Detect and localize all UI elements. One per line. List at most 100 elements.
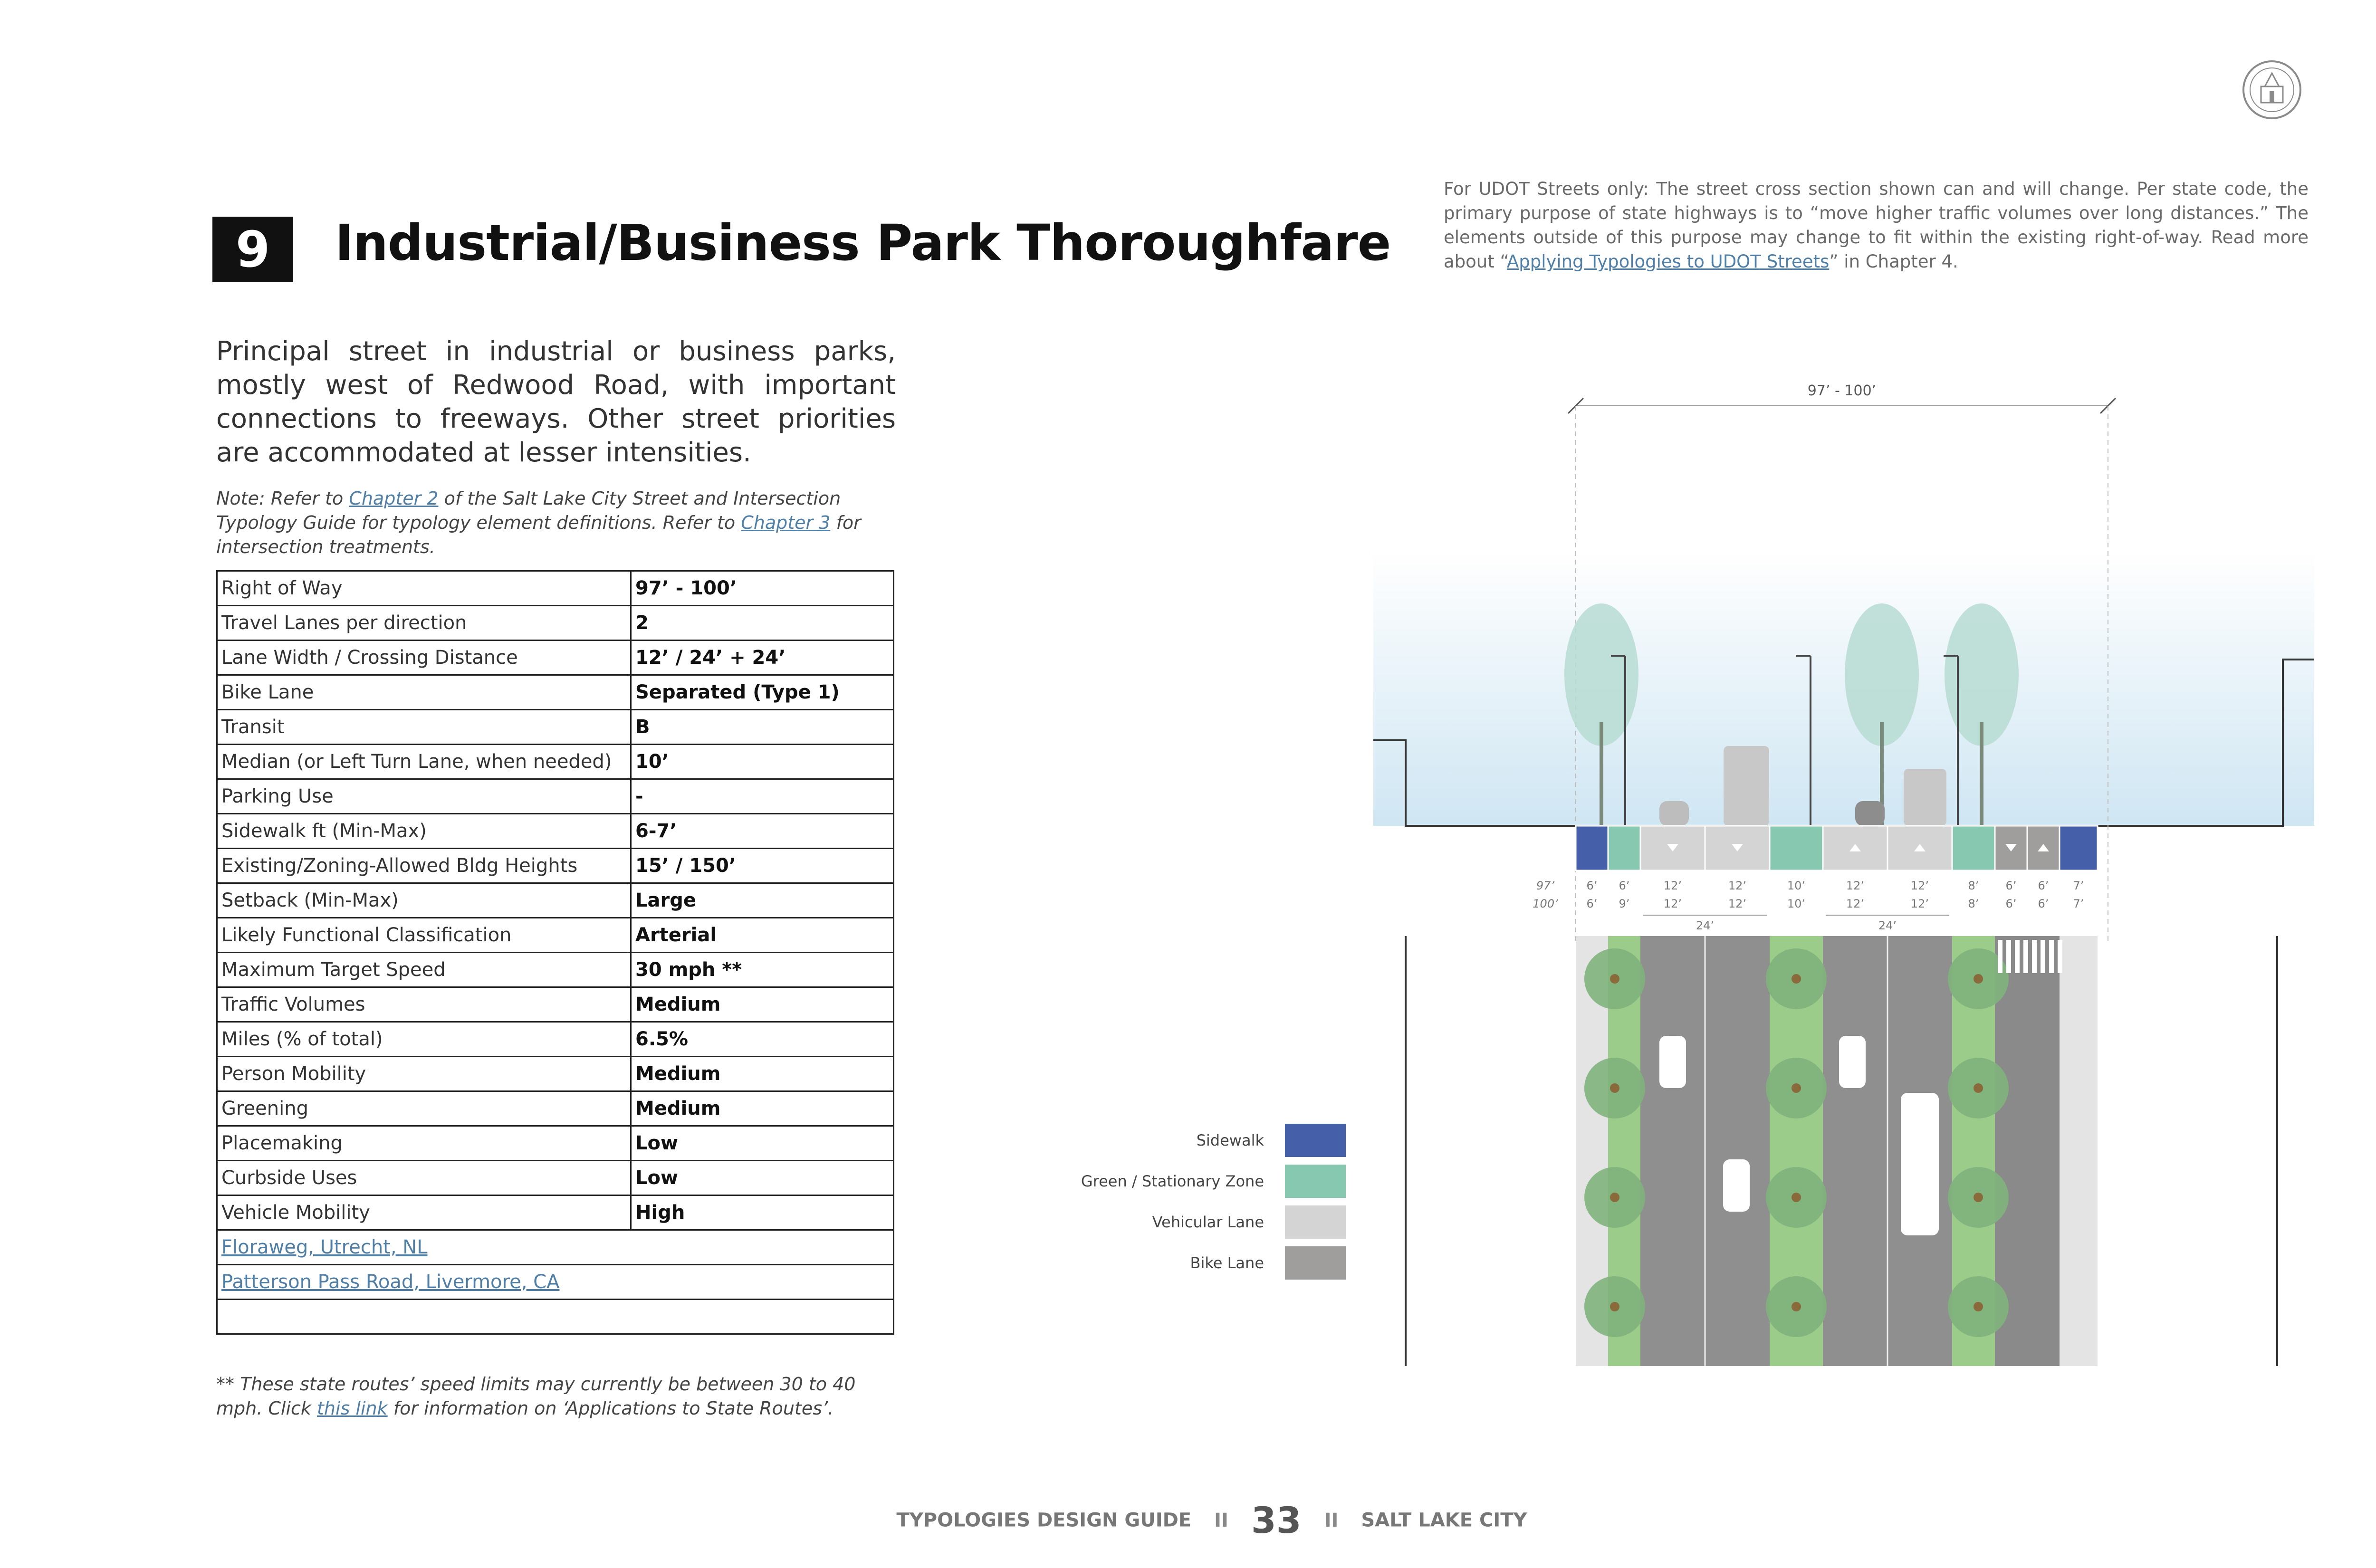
crosswalk-stripe — [2023, 940, 2028, 973]
row-label: Curbside Uses — [216, 1160, 632, 1196]
table-row: Maximum Target Speed 30 mph ** — [216, 952, 894, 988]
example-street-link[interactable]: Floraweg, Utrecht, NL — [216, 1229, 894, 1265]
footnote-text-2: for information on ‘Applications to Stat… — [387, 1398, 834, 1419]
segment-width-top: 12’ — [1846, 879, 1864, 892]
right-of-way-label: 97’ - 100’ — [1808, 382, 1876, 399]
segment-width-bottom: 6’ — [2038, 897, 2049, 910]
segment-width-top: 7’ — [2073, 879, 2084, 892]
table-row: Existing/Zoning-Allowed Bldg Heights 15’ … — [216, 848, 894, 884]
row-value: 6.5% — [630, 1021, 894, 1057]
truck-silhouette — [1724, 746, 1769, 826]
this-link[interactable]: this link — [317, 1398, 388, 1419]
row-value: - — [630, 778, 894, 814]
typology-table: Right of Way 97’ - 100’ Travel Lanes per d… — [216, 570, 894, 1335]
legend-item: Green / Stationary Zone — [931, 1165, 1346, 1198]
table-row-empty — [216, 1299, 894, 1335]
row-label: Sidewalk ft (Min-Max) — [216, 813, 632, 849]
plan-vehicle — [1705, 936, 1770, 1366]
row-label: Setback (Min-Max) — [216, 882, 632, 918]
row-value: 2 — [630, 605, 894, 641]
segment-green — [1951, 825, 1996, 871]
segment-width-top: 10’ — [1787, 879, 1805, 892]
table-row: Miles (% of total) 6.5% — [216, 1021, 894, 1057]
row-value: B — [630, 709, 894, 745]
plan-tree-trunk — [1610, 1302, 1619, 1311]
crosswalk-stripe — [2015, 940, 2020, 973]
segment-width-bottom: 12’ — [1846, 897, 1864, 910]
row-label: Bike Lane — [216, 674, 632, 710]
legend-swatch — [1285, 1124, 1346, 1157]
crosswalk-stripe — [1998, 940, 2002, 973]
table-row: Traffic Volumes Medium — [216, 986, 894, 1023]
legend-swatch — [1285, 1246, 1346, 1280]
row-label: Person Mobility — [216, 1056, 632, 1092]
table-row: Vehicle Mobility High — [216, 1195, 894, 1231]
footer-guide-name: TYPOLOGIES DESIGN GUIDE — [896, 1509, 1192, 1531]
legend-item: Sidewalk — [931, 1124, 1346, 1157]
table-row: Sidewalk ft (Min-Max) 6-7’ — [216, 813, 894, 849]
row-label: Likely Functional Classification — [216, 917, 632, 953]
row-label: Parking Use — [216, 778, 632, 814]
segment-green — [1607, 825, 1641, 871]
plan-car — [1723, 1159, 1750, 1212]
row-label: Traffic Volumes — [216, 986, 632, 1023]
table-row: Likely Functional Classification Arterial — [216, 917, 894, 953]
segment-width-bottom: 6’ — [2006, 897, 2017, 910]
crosswalk-stripe — [2058, 940, 2062, 973]
segment-width-bottom: 9’ — [1619, 897, 1630, 910]
plan-tree-trunk — [1610, 1193, 1619, 1202]
table-row: Median (or Left Turn Lane, when needed) 1… — [216, 744, 894, 780]
legend-label: Green / Stationary Zone — [1081, 1172, 1264, 1190]
row-value: High — [630, 1195, 894, 1231]
edge-dimension: 97’ — [1536, 879, 1555, 892]
plan-bus — [1901, 1093, 1939, 1235]
plan-tree-trunk — [1792, 1083, 1801, 1093]
udot-note: For UDOT Streets only: The street cross … — [1444, 177, 2309, 274]
table-row-example: Patterson Pass Road, Livermore, CA — [216, 1264, 894, 1300]
row-value: 97’ - 100’ — [630, 570, 894, 606]
crosswalk-stripe — [2006, 940, 2011, 973]
footer-separator: II — [1324, 1509, 1339, 1531]
chapter-3-link[interactable]: Chapter 3 — [741, 512, 830, 533]
plan-tree-trunk — [1792, 1193, 1801, 1202]
tree-trunk — [1980, 722, 1983, 827]
segment-width-bottom: 12’ — [1911, 897, 1929, 910]
row-value: Separated (Type 1) — [630, 674, 894, 710]
row-value: 6-7’ — [630, 813, 894, 849]
tree-trunk — [1600, 722, 1603, 827]
udot-streets-link[interactable]: Applying Typologies to UDOT Streets — [1507, 251, 1829, 272]
plan-tree-trunk — [1792, 974, 1801, 984]
legend-item: Bike Lane — [931, 1246, 1346, 1280]
row-value: Medium — [630, 1056, 894, 1092]
table-row: Curbside Uses Low — [216, 1160, 894, 1196]
plan-tree-trunk — [1610, 974, 1619, 984]
row-label: Travel Lanes per direction — [216, 605, 632, 641]
section-number-badge: 9 — [212, 217, 293, 282]
row-value: Large — [630, 882, 894, 918]
edge-dimension: 100’ — [1533, 897, 1558, 910]
row-label: Maximum Target Speed — [216, 952, 632, 988]
segment-green — [1769, 825, 1824, 871]
row-label: Right of Way — [216, 570, 632, 606]
segment-width-top: 12’ — [1728, 879, 1746, 892]
row-label: Transit — [216, 709, 632, 745]
row-value: 12’ / 24’ + 24’ — [630, 640, 894, 676]
table-row: Right of Way 97’ - 100’ — [216, 570, 894, 606]
plan-tree-trunk — [1792, 1302, 1801, 1311]
example-street-link[interactable]: Patterson Pass Road, Livermore, CA — [216, 1264, 894, 1300]
plan-tree-trunk — [1610, 1083, 1619, 1093]
plan-vehicle — [1823, 936, 1887, 1366]
intro-paragraph: Principal street in industrial or busine… — [216, 336, 896, 468]
car-silhouette — [1855, 801, 1885, 826]
row-value: 10’ — [630, 744, 894, 780]
speed-footnote: ** These state routes’ speed limits may … — [216, 1372, 896, 1421]
row-label: Median (or Left Turn Lane, when needed) — [216, 744, 632, 780]
table-row: Person Mobility Medium — [216, 1056, 894, 1092]
chapter-2-link[interactable]: Chapter 2 — [349, 488, 438, 509]
plan-car — [1839, 1036, 1866, 1088]
row-value: 30 mph ** — [630, 952, 894, 988]
row-label: Lane Width / Crossing Distance — [216, 640, 632, 676]
legend-label: Vehicular Lane — [1152, 1213, 1264, 1231]
segment-width-top: 12’ — [1664, 879, 1682, 892]
segment-sidewalk — [1575, 825, 1609, 871]
